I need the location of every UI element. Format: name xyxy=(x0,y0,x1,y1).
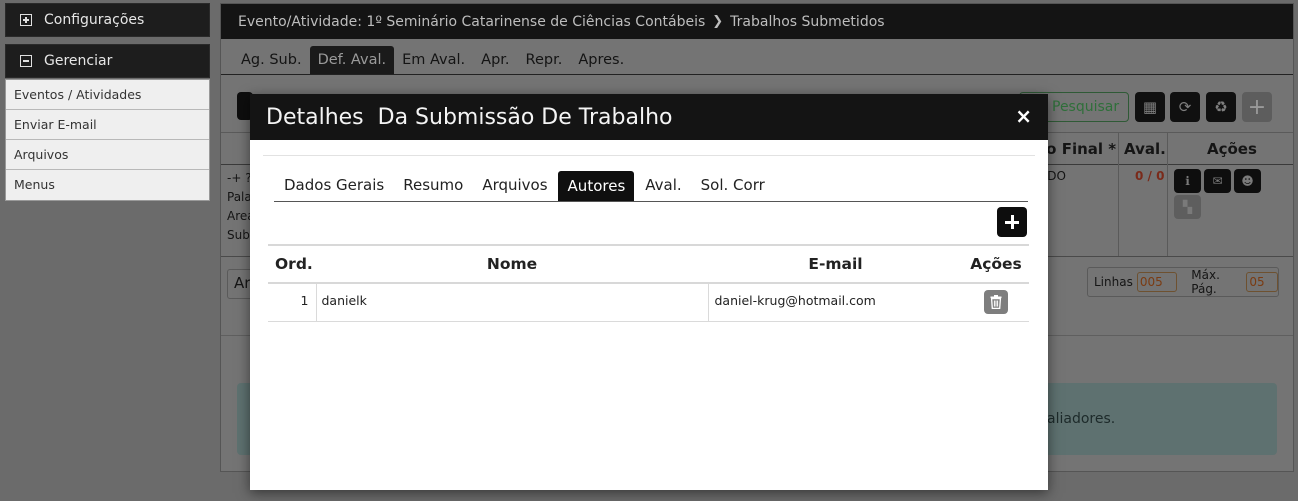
author-email: daniel-krug@hotmail.com xyxy=(707,283,963,322)
col-ord: Ord. xyxy=(268,244,316,284)
tab-ag-sub[interactable]: Ag. Sub. xyxy=(233,52,310,74)
assign-evaluator-button[interactable]: ☻ xyxy=(1234,169,1261,193)
tab-repr[interactable]: Repr. xyxy=(518,52,571,74)
envelope-icon: ✉ xyxy=(1212,174,1223,188)
row-aval-count: 0 / 0 xyxy=(1135,169,1165,183)
divider xyxy=(263,155,1035,156)
pagination-controls: Linhas 005 Máx. Pág. 05 xyxy=(1087,267,1279,297)
tab-em-aval[interactable]: Em Aval. xyxy=(394,52,473,74)
modal-tabs: Dados Gerais Resumo Arquivos Autores Ava… xyxy=(274,170,1028,202)
export-button[interactable]: ▦ xyxy=(1135,92,1165,122)
breadcrumb-event[interactable]: Evento/Atividade: 1º Seminário Catarinen… xyxy=(238,14,705,30)
col-acoes: Ações xyxy=(1207,140,1257,158)
max-pages-label: Máx. Pág. xyxy=(1191,268,1220,296)
presenter-icon: ▚ xyxy=(1182,200,1193,214)
tab-dados-gerais[interactable]: Dados Gerais xyxy=(274,176,393,201)
author-ord: 1 xyxy=(268,283,316,322)
info-button[interactable]: ℹ xyxy=(1174,169,1201,193)
sidebar-item-menus[interactable]: Menus xyxy=(6,170,209,200)
plus-icon: + xyxy=(1247,94,1267,120)
add-author-button[interactable] xyxy=(997,207,1027,237)
sidebar-config-label: Configurações xyxy=(44,12,145,28)
plus-icon-stroke xyxy=(1010,215,1014,229)
table-row: 1 danielk daniel-krug@hotmail.com xyxy=(268,283,1029,322)
add-work-button[interactable]: + xyxy=(1242,92,1272,122)
delete-author-button[interactable] xyxy=(984,290,1008,314)
breadcrumb: Evento/Atividade: 1º Seminário Catarinen… xyxy=(221,4,1293,39)
sidebar-manage-label: Gerenciar xyxy=(44,53,113,69)
refresh-icon: ⟳ xyxy=(1178,98,1192,116)
sidebar-menu: Eventos / Atividades Enviar E-mail Arqui… xyxy=(5,79,210,201)
info-icon: ℹ xyxy=(1185,174,1190,188)
expand-icon xyxy=(20,14,32,26)
sidebar-gerenciar[interactable]: Gerenciar xyxy=(5,44,210,78)
tab-autores[interactable]: Autores xyxy=(557,171,635,201)
alert-text: aliadores. xyxy=(1047,411,1116,427)
author-actions xyxy=(963,283,1029,322)
modal-title: Detalhes Da Submissão De Trabalho xyxy=(266,104,673,130)
export-icon: ▦ xyxy=(1142,98,1158,116)
chevron-right-icon: ❯ xyxy=(712,14,724,29)
sidebar-item-arquivos[interactable]: Arquivos xyxy=(6,140,209,170)
tab-def-aval[interactable]: Def. Aval. xyxy=(309,46,395,74)
submission-details-modal: Detalhes Da Submissão De Trabalho × Dado… xyxy=(250,94,1048,490)
present-button[interactable]: ▚ xyxy=(1174,195,1201,219)
sidebar-configuracoes[interactable]: Configurações xyxy=(5,3,210,37)
lines-label: Linhas xyxy=(1094,275,1133,289)
user-icon: ☻ xyxy=(1241,174,1254,188)
authors-table: Ord. Nome E-mail Ações 1 danielk daniel-… xyxy=(268,244,1029,322)
email-button[interactable]: ✉ xyxy=(1204,169,1231,193)
tab-sol-corr[interactable]: Sol. Corr xyxy=(691,176,774,201)
col-acoes: Ações xyxy=(963,244,1029,284)
refresh-button[interactable]: ⟳ xyxy=(1170,92,1200,122)
col-aval: Aval. xyxy=(1124,140,1166,158)
max-pages-select[interactable]: 05 xyxy=(1246,272,1278,292)
table-header-row: Ord. Nome E-mail Ações xyxy=(268,244,1029,284)
status-tabs: Ag. Sub. Def. Aval. Em Aval. Apr. Repr. … xyxy=(221,39,1293,75)
tab-apr[interactable]: Apr. xyxy=(473,52,517,74)
close-icon[interactable]: × xyxy=(1015,104,1032,128)
tab-apres[interactable]: Apres. xyxy=(570,52,632,74)
col-final: to Final * xyxy=(1039,140,1117,158)
col-email: E-mail xyxy=(708,244,963,284)
search-label: Pesquisar xyxy=(1052,99,1120,115)
collapse-icon xyxy=(20,55,32,67)
tab-resumo[interactable]: Resumo xyxy=(393,176,472,201)
sidebar-item-eventos[interactable]: Eventos / Atividades xyxy=(6,80,209,110)
modal-header: Detalhes Da Submissão De Trabalho × xyxy=(250,94,1048,140)
tab-aval[interactable]: Aval. xyxy=(635,176,690,201)
trash-icon xyxy=(990,295,1002,309)
lines-select[interactable]: 005 xyxy=(1136,272,1178,292)
tab-arquivos[interactable]: Arquivos xyxy=(472,176,556,201)
col-nome: Nome xyxy=(316,244,708,284)
author-name: danielk xyxy=(315,283,708,322)
breadcrumb-page: Trabalhos Submetidos xyxy=(730,13,885,30)
sidebar-item-enviar-email[interactable]: Enviar E-mail xyxy=(6,110,209,140)
recycle-icon: ♻ xyxy=(1214,98,1228,116)
recycle-button[interactable]: ♻ xyxy=(1206,92,1236,122)
